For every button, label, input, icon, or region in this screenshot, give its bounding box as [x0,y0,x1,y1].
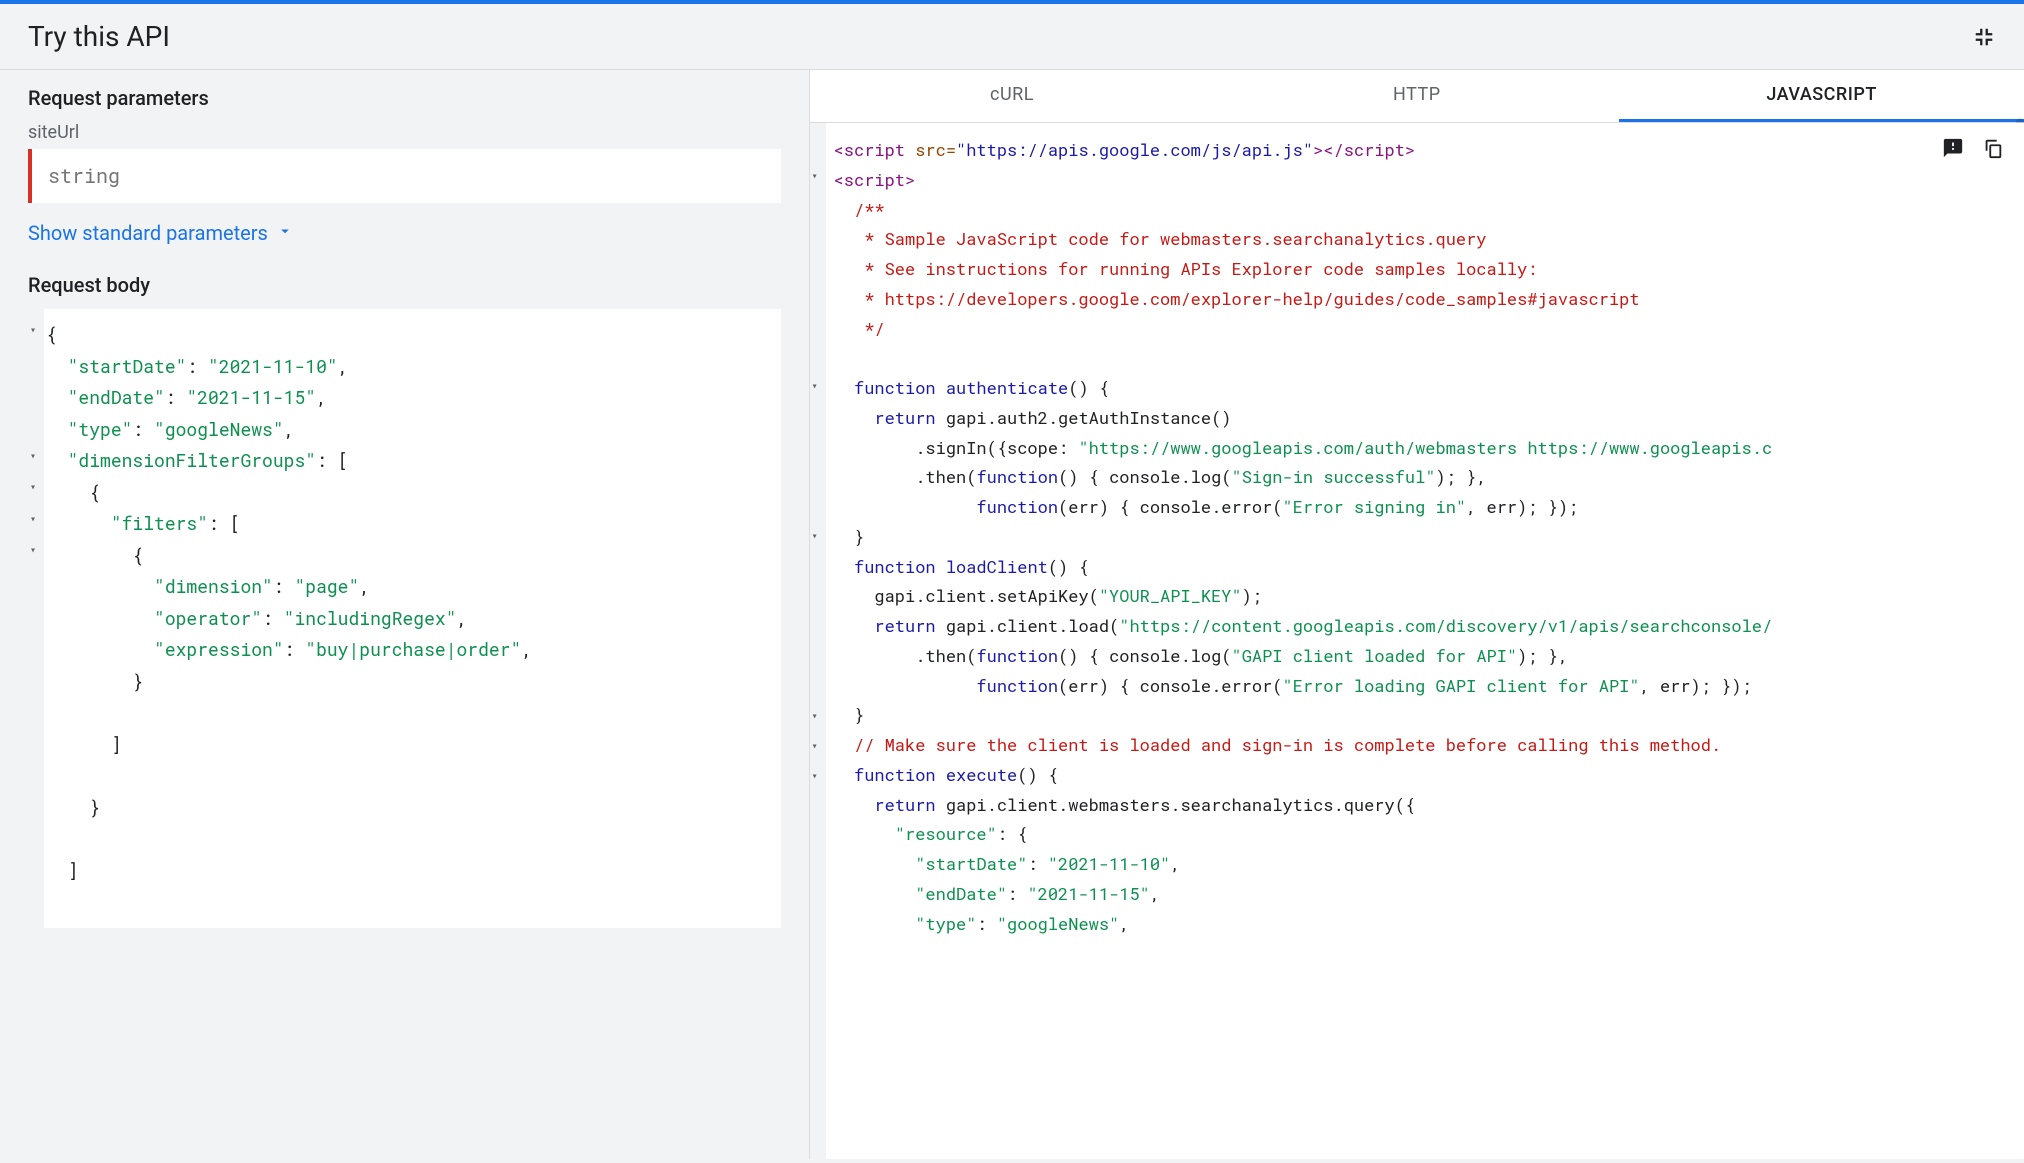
api-explorer-panel: Try this API Request parameters siteUrl … [0,4,2024,1159]
collapse-icon[interactable] [1972,25,1996,49]
request-panel: Request parameters siteUrl Show standard… [0,70,810,1159]
report-icon[interactable] [1940,135,1966,161]
request-body-heading: Request body [28,273,781,297]
tab-curl[interactable]: cURL [810,70,1215,122]
copy-icon[interactable] [1980,135,2006,161]
tab-http[interactable]: HTTP [1214,70,1619,122]
code-tabs: cURL HTTP JAVASCRIPT [810,70,2024,123]
header: Try this API [0,4,2024,70]
request-parameters-heading: Request parameters [28,86,781,110]
code-sample-panel: cURL HTTP JAVASCRIPT ▾ ▾ ▾ ▾ ▾ ▾ [810,70,2024,1159]
tab-javascript[interactable]: JAVASCRIPT [1619,70,2024,122]
code-viewer[interactable]: ▾ ▾ ▾ ▾ ▾ ▾ <script src="https://apis.go… [810,123,2024,1159]
chevron-down-icon [276,221,294,245]
param-siteurl-label: siteUrl [28,122,781,143]
json-gutter: ▾ ▾ ▾ ▾ ▾ [28,309,44,928]
code-gutter: ▾ ▾ ▾ ▾ ▾ ▾ [810,123,826,1159]
request-body-editor[interactable]: ▾ ▾ ▾ ▾ ▾ { "startDate": "2021-11-10", "… [28,309,781,928]
page-title: Try this API [28,20,170,53]
param-siteurl-input[interactable] [28,149,781,203]
show-standard-parameters-link[interactable]: Show standard parameters [28,221,781,245]
